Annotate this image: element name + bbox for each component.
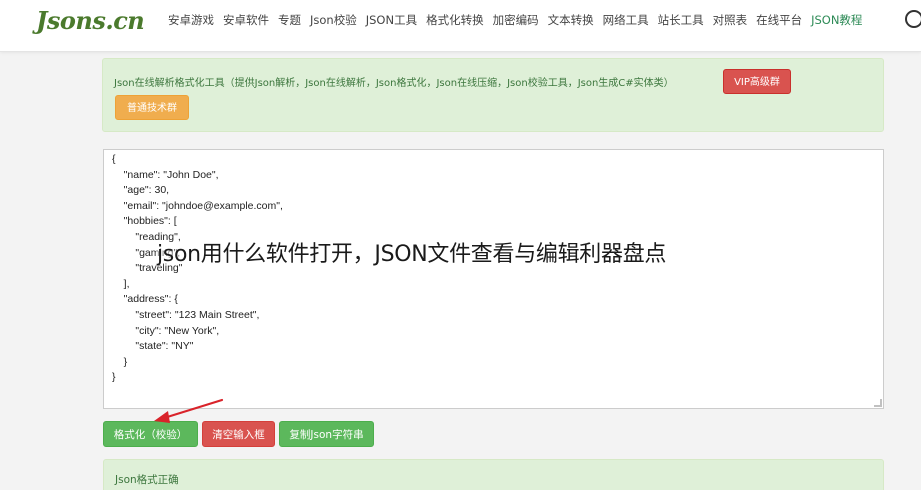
site-logo[interactable]: Jsons.cn	[36, 6, 145, 35]
nav-item-json-validate[interactable]: Json校验	[310, 12, 357, 28]
nav-item-android-software[interactable]: 安卓软件	[223, 12, 269, 28]
nav-item-webmaster-tools[interactable]: 站长工具	[658, 12, 704, 28]
info-alert-text: Json在线解析格式化工具（提供Json解析，Json在线解析，Json格式化，…	[114, 78, 674, 89]
github-icon[interactable]	[905, 10, 921, 28]
nav-item-json-tutorial[interactable]: JSON教程	[811, 12, 862, 28]
nav-item-topics[interactable]: 专题	[278, 12, 301, 28]
main-nav: 安卓游戏 安卓软件 专题 Json校验 JSON工具 格式化转换 加密编码 文本…	[168, 12, 871, 28]
nav-item-reference-tables[interactable]: 对照表	[713, 12, 748, 28]
json-input-content: { "name": "John Doe", "age": 30, "email"…	[112, 153, 283, 384]
tech-group-button[interactable]: 普通技术群	[115, 95, 189, 120]
nav-item-network-tools[interactable]: 网络工具	[603, 12, 649, 28]
copy-json-button[interactable]: 复制Json字符串	[279, 421, 374, 447]
resize-handle-icon[interactable]	[874, 399, 882, 407]
overlay-caption: json用什么软件打开，JSON文件查看与编辑利器盘点	[157, 242, 667, 267]
nav-item-format-convert[interactable]: 格式化转换	[426, 12, 484, 28]
result-alert: Json格式正确	[103, 459, 884, 490]
json-input-textarea[interactable]: { "name": "John Doe", "age": 30, "email"…	[103, 149, 884, 409]
nav-item-json-tools[interactable]: JSON工具	[366, 12, 417, 28]
red-arrow-icon	[154, 398, 224, 423]
info-alert: Json在线解析格式化工具（提供Json解析，Json在线解析，Json格式化，…	[102, 58, 884, 132]
nav-item-encrypt-encode[interactable]: 加密编码	[493, 12, 539, 28]
nav-item-android-games[interactable]: 安卓游戏	[168, 12, 214, 28]
nav-item-online-platform[interactable]: 在线平台	[756, 12, 802, 28]
top-navbar: Jsons.cn 安卓游戏 安卓软件 专题 Json校验 JSON工具 格式化转…	[0, 0, 921, 52]
vip-group-button[interactable]: VIP高级群	[723, 69, 791, 94]
nav-item-text-convert[interactable]: 文本转换	[548, 12, 594, 28]
result-text: Json格式正确	[115, 474, 179, 486]
